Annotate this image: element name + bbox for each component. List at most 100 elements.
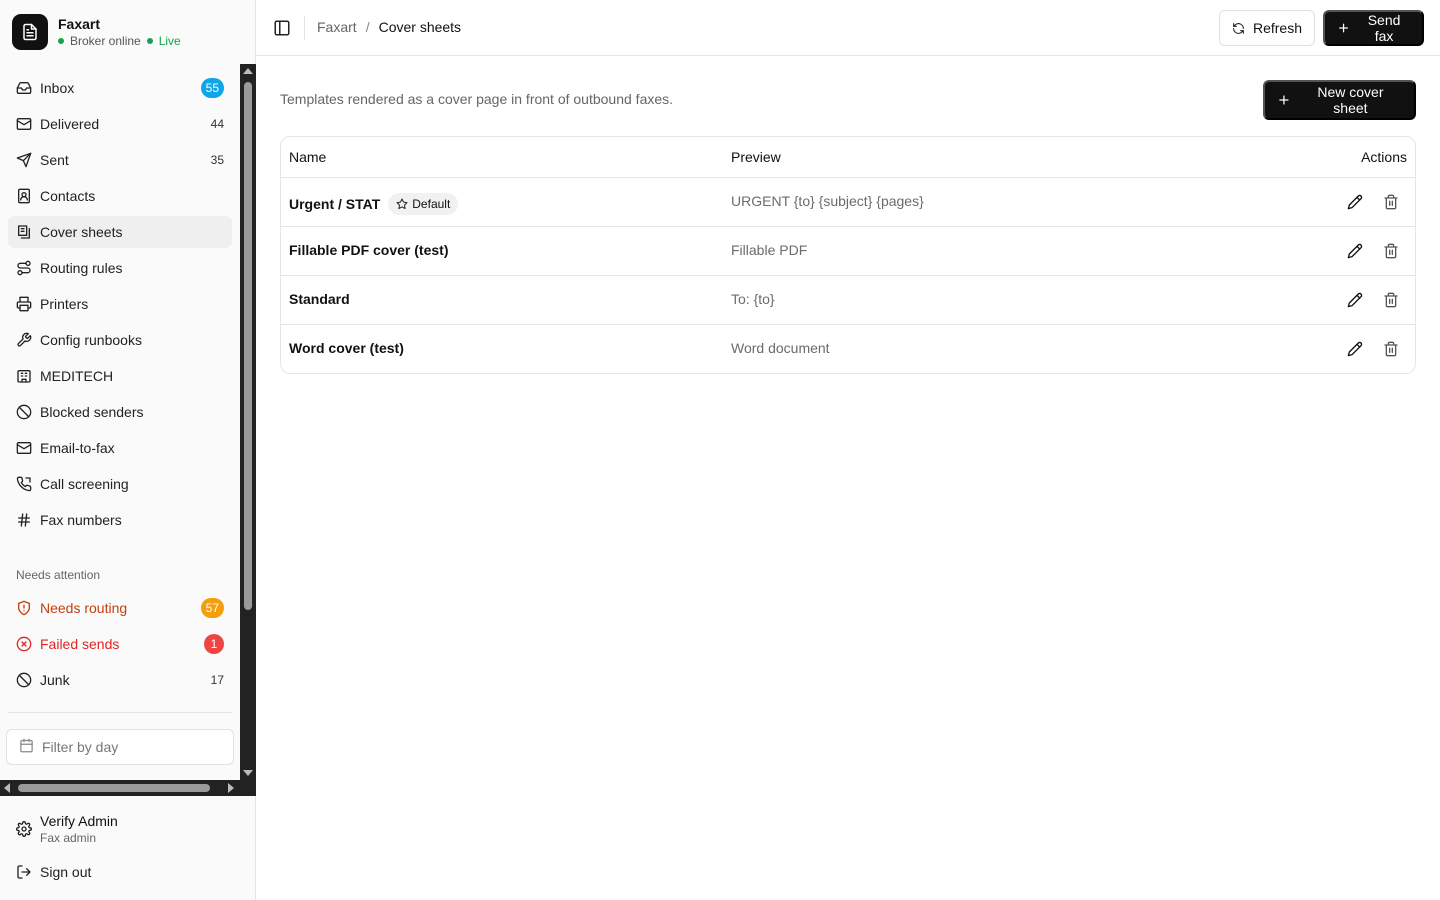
cover-sheet-name: Word cover (test) (289, 340, 404, 356)
delete-trash-icon[interactable] (1381, 339, 1401, 359)
sidebar-item-label: Cover sheets (40, 224, 123, 240)
sidebar-item-label: Sent (40, 152, 69, 168)
sidebar-toggle-icon[interactable] (272, 18, 292, 38)
broker-status-text: Broker online (70, 34, 141, 48)
delete-trash-icon[interactable] (1381, 192, 1401, 212)
breadcrumb-current: Cover sheets (378, 19, 462, 35)
live-dot (146, 38, 153, 44)
column-header-actions: Actions (1361, 149, 1407, 165)
ban-icon (16, 404, 32, 420)
sidebar-item-failed-sends[interactable]: Failed sends 1 (8, 628, 232, 660)
cover-sheets-icon (16, 224, 32, 240)
shield-alert-icon (16, 600, 32, 616)
table-row[interactable]: Urgent / STAT Default URGENT {to} {subje… (281, 178, 1415, 227)
table-row[interactable]: Standard To: {to} (281, 276, 1415, 325)
sidebar-item-printers[interactable]: Printers (8, 288, 232, 320)
scroll-right-arrow-icon[interactable] (228, 783, 234, 793)
scroll-up-arrow-icon[interactable] (243, 68, 253, 74)
send-fax-button[interactable]: Send fax (1323, 10, 1424, 46)
column-header-preview: Preview (731, 149, 781, 165)
refresh-label: Refresh (1252, 20, 1302, 36)
ban-icon (16, 672, 32, 688)
column-header-name: Name (289, 149, 327, 165)
table-row[interactable]: Fillable PDF cover (test) Fillable PDF (281, 227, 1415, 276)
fax-document-icon (12, 14, 48, 50)
sidebar-item-fax-numbers[interactable]: Fax numbers (8, 504, 232, 536)
app-name: Faxart (58, 16, 101, 32)
sidebar-item-blocked-senders[interactable]: Blocked senders (8, 396, 232, 428)
edit-pencil-icon[interactable] (1345, 339, 1365, 359)
edit-pencil-icon[interactable] (1345, 192, 1365, 212)
sidebar-item-sent[interactable]: Sent 35 (8, 144, 232, 176)
filter-by-day-field[interactable] (6, 729, 234, 765)
cover-sheet-preview: Fillable PDF (731, 242, 808, 258)
sidebar-item-delivered[interactable]: Delivered 44 (8, 108, 232, 140)
sidebar: Faxart Broker online Live Inbox 55 Deliv… (0, 0, 256, 900)
sidebar-item-label: Junk (40, 672, 70, 688)
sidebar-item-routing-rules[interactable]: Routing rules (8, 252, 232, 284)
printer-icon (16, 296, 32, 312)
horizontal-scrollbar-thumb[interactable] (18, 784, 210, 792)
sidebar-item-label: MEDITECH (40, 368, 114, 384)
sidebar-item-label: Printers (40, 296, 89, 312)
send-icon (16, 152, 32, 168)
delivered-count: 44 (210, 117, 224, 131)
breadcrumb: Faxart / Cover sheets (317, 19, 461, 35)
mail-icon (16, 440, 32, 456)
table-row[interactable]: Word cover (test) Word document (281, 325, 1415, 373)
new-cover-sheet-label: New cover sheet (1317, 84, 1384, 116)
breadcrumb-root[interactable]: Faxart (317, 19, 357, 35)
delete-trash-icon[interactable] (1381, 241, 1401, 261)
cover-sheets-table: Name Preview Actions Urgent / STAT Defau… (280, 136, 1416, 374)
cover-sheet-preview: To: {to} (731, 291, 775, 307)
gear-icon (16, 821, 32, 837)
cover-sheet-name-cell: Urgent / STAT Default (289, 193, 459, 215)
sidebar-item-config-runbooks[interactable]: Config runbooks (8, 324, 232, 356)
user-menu[interactable]: Verify Admin Fax admin (16, 812, 118, 846)
scroll-left-arrow-icon[interactable] (4, 783, 10, 793)
cover-sheet-name: Urgent / STAT (289, 196, 381, 212)
new-cover-sheet-button[interactable]: New cover sheet (1263, 80, 1416, 120)
cover-sheet-preview: URGENT {to} {subject} {pages} (731, 193, 924, 209)
failed-sends-badge: 1 (204, 634, 224, 654)
status-dot (58, 38, 64, 44)
cover-sheet-name: Fillable PDF cover (test) (289, 242, 449, 258)
cover-sheet-preview: Word document (731, 340, 830, 356)
table-header: Name Preview Actions (281, 137, 1415, 178)
brand[interactable]: Faxart Broker online Live (12, 14, 181, 50)
page-description: Templates rendered as a cover page in fr… (280, 91, 674, 107)
sidebar-item-label: Call screening (40, 476, 129, 492)
sidebar-item-junk[interactable]: Junk 17 (8, 664, 232, 696)
refresh-button[interactable]: Refresh (1219, 10, 1315, 46)
route-icon (16, 260, 32, 276)
vertical-scrollbar-thumb[interactable] (244, 82, 252, 610)
edit-pencil-icon[interactable] (1345, 241, 1365, 261)
horizontal-scrollbar[interactable] (0, 780, 256, 796)
nav-divider (8, 712, 232, 713)
junk-count: 17 (210, 673, 224, 687)
cover-sheet-name: Standard (289, 291, 350, 307)
sign-out-button[interactable]: Sign out (16, 864, 91, 880)
live-text: Live (158, 34, 181, 48)
sign-out-label: Sign out (40, 864, 92, 880)
sidebar-item-contacts[interactable]: Contacts (8, 180, 232, 212)
sidebar-item-label: Delivered (40, 116, 100, 132)
nav-scroll-area[interactable]: Inbox 55 Delivered 44 Sent 35 Contacts C… (0, 64, 256, 796)
sidebar-item-email-to-fax[interactable]: Email-to-fax (8, 432, 232, 464)
default-badge: Default (388, 193, 459, 215)
sidebar-item-inbox[interactable]: Inbox 55 (8, 72, 232, 104)
user-role: Fax admin (40, 831, 97, 845)
filter-by-day-input[interactable] (42, 739, 222, 755)
edit-pencil-icon[interactable] (1345, 290, 1365, 310)
scroll-down-arrow-icon[interactable] (243, 770, 253, 776)
phone-icon (16, 476, 32, 492)
log-out-icon (16, 864, 32, 880)
sidebar-item-label: Failed sends (40, 636, 120, 652)
sidebar-item-meditech[interactable]: MEDITECH (8, 360, 232, 392)
sidebar-item-call-screening[interactable]: Call screening (8, 468, 232, 500)
delete-trash-icon[interactable] (1381, 290, 1401, 310)
vertical-scrollbar[interactable] (240, 64, 256, 780)
sidebar-item-needs-routing[interactable]: Needs routing 57 (8, 592, 232, 624)
wrench-icon (16, 332, 32, 348)
sidebar-item-cover-sheets[interactable]: Cover sheets (8, 216, 232, 248)
